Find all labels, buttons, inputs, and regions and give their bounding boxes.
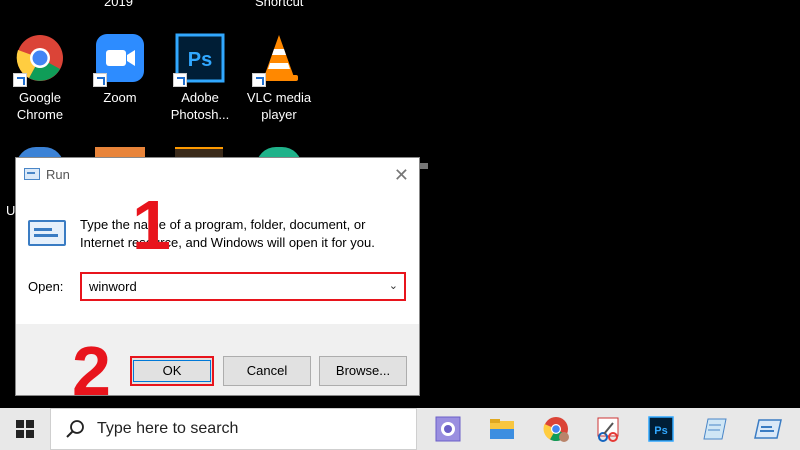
partial-label: U <box>6 203 16 218</box>
desktop-icon-photoshop[interactable]: Ps Adobe Photosh... <box>160 33 240 123</box>
taskbar-app-run[interactable] <box>751 414 785 444</box>
run-program-icon <box>28 220 66 246</box>
partial-desktop-icon <box>420 163 428 169</box>
search-icon <box>66 420 84 438</box>
cut-off-label: 2019 <box>104 0 133 9</box>
zoom-icon <box>93 33 145 87</box>
close-icon[interactable]: ✕ <box>394 165 409 186</box>
icon-label: Adobe <box>181 90 219 105</box>
windows-logo-icon <box>16 420 34 438</box>
run-icon <box>754 419 782 439</box>
chrome-icon <box>543 417 569 442</box>
photos-icon <box>435 416 461 442</box>
dialog-title: Run <box>46 166 70 182</box>
taskbar: Type here to search Ps <box>0 408 800 450</box>
icon-label: Zoom <box>103 90 137 105</box>
ok-button-label: OK <box>133 360 211 382</box>
open-label: Open: <box>28 279 64 294</box>
chevron-down-icon[interactable]: ⌄ <box>389 279 398 292</box>
open-combobox[interactable]: ⌄ <box>80 272 406 301</box>
taskbar-app-chrome[interactable] <box>539 414 573 444</box>
taskbar-app-file-explorer[interactable] <box>485 414 519 444</box>
desktop-icon-zoom[interactable]: Zoom <box>80 33 160 106</box>
ps-glyph: Ps <box>654 425 667 437</box>
ps-glyph: Ps <box>188 49 212 71</box>
dialog-description: Type the name of a program, folder, docu… <box>80 217 375 250</box>
desktop-icon-google-chrome[interactable]: Google Chrome <box>0 33 80 123</box>
icon-label: player <box>261 107 297 122</box>
notepad-icon <box>703 418 727 440</box>
search-placeholder: Type here to search <box>97 420 239 437</box>
file-explorer-icon <box>490 419 514 439</box>
icon-label: Google <box>19 90 61 105</box>
chrome-icon <box>13 33 65 87</box>
start-button[interactable] <box>0 408 50 450</box>
shortcut-arrow-icon <box>252 73 266 87</box>
icon-label: Photosh... <box>170 107 230 122</box>
run-icon <box>24 168 40 180</box>
shortcut-arrow-icon <box>13 73 27 87</box>
snipping-tool-icon <box>597 417 619 442</box>
taskbar-app-notepad[interactable] <box>698 414 732 444</box>
photoshop-icon: Ps <box>173 33 225 87</box>
cancel-button[interactable]: Cancel <box>223 356 311 386</box>
open-input[interactable] <box>82 274 372 299</box>
taskbar-app-photos[interactable] <box>431 414 465 444</box>
icon-label: Chrome <box>16 107 64 122</box>
taskbar-app-snipping-tool[interactable] <box>591 414 625 444</box>
desktop-icon-vlc[interactable]: VLC media player <box>239 33 319 123</box>
step-annotation-1: 1 <box>132 186 171 264</box>
ok-button[interactable]: OK <box>130 356 214 386</box>
vlc-icon <box>252 33 304 87</box>
title-bar[interactable]: Run <box>16 158 419 190</box>
step-annotation-2: 2 <box>72 332 111 410</box>
taskbar-app-photoshop[interactable]: Ps <box>644 414 678 444</box>
shortcut-arrow-icon <box>93 73 107 87</box>
photoshop-icon: Ps <box>648 416 674 442</box>
cut-off-label: Shortcut <box>255 0 304 9</box>
shortcut-arrow-icon <box>173 73 187 87</box>
search-box[interactable]: Type here to search <box>50 408 417 450</box>
icon-label: VLC media <box>246 90 312 105</box>
browse-button[interactable]: Browse... <box>319 356 407 386</box>
